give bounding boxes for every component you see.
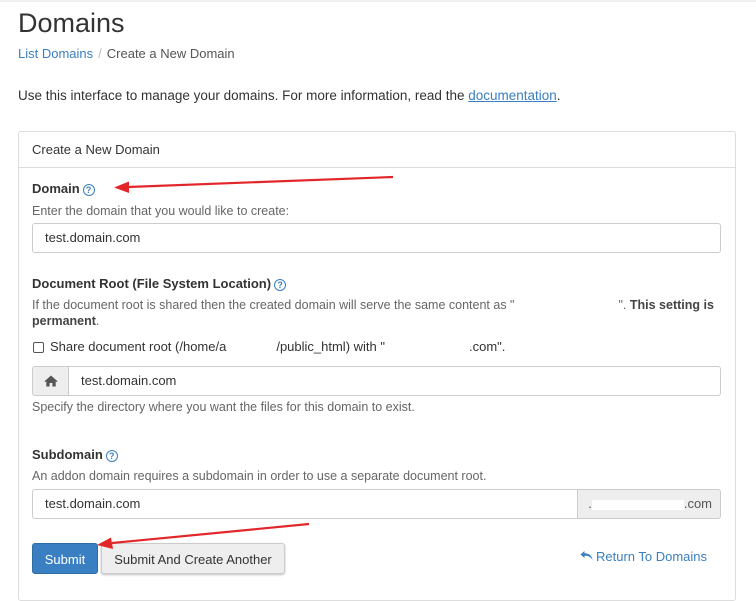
breadcrumb-separator: / xyxy=(98,46,102,61)
document-root-input[interactable]: test.domain.com xyxy=(68,366,721,396)
domain-help-icon[interactable]: ? xyxy=(82,184,95,196)
subdomain-input[interactable]: test.domain.com xyxy=(32,489,578,519)
panel-heading: Create a New Domain xyxy=(19,132,735,168)
return-to-domains-label: Return To Domains xyxy=(596,549,708,564)
share-document-root-label: Share document root (/home/a/public_html… xyxy=(50,339,505,355)
document-root-hint: If the document root is shared then the … xyxy=(32,297,722,329)
document-root-hint-mid: ". xyxy=(618,298,627,312)
document-root-label-text: Document Root (File System Location) xyxy=(32,276,272,291)
domain-input[interactable]: test.domain.com xyxy=(32,223,721,253)
subdomain-suffix: . .com xyxy=(577,489,721,519)
subdomain-hint: An addon domain requires a subdomain in … xyxy=(32,469,487,483)
intro-text-end: . xyxy=(556,88,561,103)
return-icon xyxy=(580,551,593,560)
domain-label: Domain? xyxy=(32,181,95,197)
domain-label-text: Domain xyxy=(32,181,80,196)
subdomain-suffix-end: .com xyxy=(683,496,712,511)
share-document-root-checkbox[interactable] xyxy=(33,342,44,353)
intro-text-body: Use this interface to manage your domain… xyxy=(18,88,469,103)
document-root-help-icon[interactable]: ? xyxy=(274,279,287,291)
document-root-hint-start: If the document root is shared then the … xyxy=(32,298,515,312)
subdomain-label-text: Subdomain xyxy=(32,447,103,462)
share-label-mid: /public_html) with " xyxy=(276,339,385,354)
breadcrumb: List Domains / Create a New Domain xyxy=(18,46,235,62)
documentation-link[interactable]: documentation xyxy=(468,88,557,103)
return-to-domains-link[interactable]: Return To Domains xyxy=(580,549,707,565)
breadcrumb-list-domains[interactable]: List Domains xyxy=(18,46,93,61)
subdomain-help-icon[interactable]: ? xyxy=(105,450,118,462)
submit-button[interactable]: Submit xyxy=(32,543,98,574)
document-root-label: Document Root (File System Location)? xyxy=(32,276,287,292)
subdomain-label: Subdomain? xyxy=(32,447,118,463)
home-addon xyxy=(32,366,69,396)
page-title: Domains xyxy=(18,8,125,38)
document-root-dir-hint: Specify the directory where you want the… xyxy=(32,400,415,414)
domain-hint: Enter the domain that you would like to … xyxy=(32,204,290,218)
share-label-start: Share document root (/home/a xyxy=(50,339,227,354)
submit-and-create-another-button[interactable]: Submit And Create Another xyxy=(101,543,285,574)
top-strip xyxy=(0,0,756,2)
breadcrumb-current: Create a New Domain xyxy=(106,46,235,61)
intro-text: Use this interface to manage your domain… xyxy=(18,88,561,104)
share-label-end: .com". xyxy=(468,339,506,354)
home-icon xyxy=(44,375,58,387)
redacted-text xyxy=(591,499,684,510)
document-root-hint-end: . xyxy=(95,314,100,328)
